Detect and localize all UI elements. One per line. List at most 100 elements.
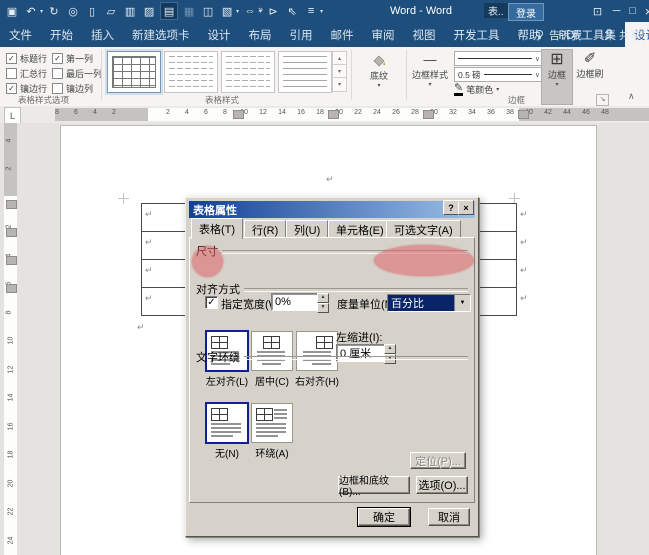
table-row-marker[interactable] xyxy=(6,200,17,209)
table-column-marker[interactable] xyxy=(518,110,529,119)
view-gridlines-icon[interactable]: ▤ xyxy=(160,2,178,20)
shading-button[interactable]: 底纹 ▾ xyxy=(356,53,402,89)
ribbon-tab-审阅[interactable]: 审阅 xyxy=(363,22,404,47)
table-tools-badge[interactable]: 表.. xyxy=(484,3,508,18)
pen-icon: ✎ xyxy=(454,83,463,96)
table-style-thumbnail[interactable] xyxy=(278,51,332,93)
pen-color-button[interactable]: ✎ 笔颜色 ▾ xyxy=(454,83,499,96)
table-row-marker[interactable] xyxy=(6,256,17,265)
dialog-help-icon[interactable]: ? xyxy=(443,200,459,215)
save-icon[interactable]: ▣ xyxy=(4,3,20,19)
dropdown-arrow-icon[interactable]: ▼ xyxy=(454,295,470,311)
select-icon[interactable]: ⊳ xyxy=(265,3,281,19)
dialog-launcher-icon[interactable]: ↘ xyxy=(596,94,609,106)
new-document-icon[interactable]: ▯ xyxy=(84,3,100,19)
horizontal-ruler[interactable]: L 86422468101214161820222426283032343638… xyxy=(0,106,649,123)
paste-special-icon[interactable]: ▨ xyxy=(141,3,157,19)
ribbon-tab-布局[interactable]: 布局 xyxy=(240,22,281,47)
qat-overflow-icon[interactable]: » xyxy=(258,4,263,14)
spacing-icon[interactable]: ⇔ xyxy=(242,3,258,19)
wrap-around-option[interactable] xyxy=(251,403,293,443)
disabled-tool-icon[interactable]: ▦ xyxy=(181,3,197,19)
group-line xyxy=(244,356,468,359)
ribbon-display-options-icon[interactable]: ⊡ xyxy=(590,0,605,22)
ribbon-tab-开发工具[interactable]: 开发工具 xyxy=(445,22,509,47)
ruler-margin-left xyxy=(55,108,148,121)
table-style-thumbnail[interactable] xyxy=(164,51,218,93)
undo-icon[interactable]: ↶ xyxy=(23,3,39,19)
ruler-number: 12 xyxy=(259,109,267,116)
window-title: Word - Word xyxy=(390,0,452,22)
side-by-side-icon[interactable]: ◫ xyxy=(200,3,216,19)
table-column-marker[interactable] xyxy=(328,110,339,119)
ruler-number: 24 xyxy=(7,536,14,544)
table-row-marker[interactable] xyxy=(6,284,17,293)
table-row-marker[interactable] xyxy=(6,228,17,237)
borders-and-shading-button[interactable]: 边框和底纹(B)... xyxy=(338,476,410,494)
borders-grid-icon: ⊞ xyxy=(550,53,563,67)
ruler-number: 4 xyxy=(93,109,97,116)
redo-icon[interactable]: ↻ xyxy=(46,3,62,19)
print-preview-icon[interactable]: ◎ xyxy=(65,3,81,19)
ruler-number: 14 xyxy=(7,394,14,402)
cursor-icon[interactable]: ⇖ xyxy=(284,3,300,19)
measure-unit-value: 百分比 xyxy=(388,295,454,311)
mini-table-graphic xyxy=(211,336,228,349)
tell-me-button[interactable]: 告诉我 xyxy=(534,27,582,43)
vertical-ruler[interactable]: 4224681012141618202224 xyxy=(4,123,17,555)
tab-cell[interactable]: 单元格(E) xyxy=(328,220,392,238)
table-column-marker[interactable] xyxy=(233,110,244,119)
text-line-graphic xyxy=(211,431,241,433)
maximize-icon[interactable]: □ xyxy=(625,0,640,22)
specify-width-checkbox[interactable]: ✓ xyxy=(205,296,218,309)
ribbon-tab-设计[interactable]: 设计 xyxy=(199,22,240,47)
border-line-weight-dropdown[interactable]: 0.5 磅 ∨ xyxy=(454,67,544,82)
table-column-marker[interactable] xyxy=(423,110,434,119)
tab-column[interactable]: 列(U) xyxy=(286,220,328,238)
borders-button[interactable]: ⊞ 边框 ▾ xyxy=(541,49,573,105)
ruler-number: 8 xyxy=(55,109,59,116)
gallery-more-icon[interactable]: ▾ xyxy=(332,77,347,92)
tab-selector[interactable]: L xyxy=(4,107,21,124)
collapse-ribbon-icon[interactable]: ∧ xyxy=(628,91,635,102)
paste-icon[interactable]: ▥ xyxy=(122,3,138,19)
open-icon[interactable]: ▱ xyxy=(103,3,119,19)
ribbon-tab-文件[interactable]: 文件 xyxy=(0,22,41,47)
ribbon-tab-视图[interactable]: 视图 xyxy=(404,22,445,47)
style-option-第一列[interactable]: ✓第一列 xyxy=(52,52,104,65)
style-option-汇总行[interactable]: 汇总行 xyxy=(6,67,52,80)
table-style-thumbnail-grid[interactable] xyxy=(107,51,161,93)
options-button[interactable]: 选项(O)... xyxy=(416,476,468,494)
tab-alt-text[interactable]: 可选文字(A) xyxy=(386,220,461,238)
ribbon-tab-邮件[interactable]: 邮件 xyxy=(322,22,363,47)
wrap-legend-text: 文字环绕 xyxy=(196,349,240,365)
wrap-none-option[interactable] xyxy=(206,403,248,443)
highlight-ellipse-checkbox xyxy=(192,246,223,277)
border-line-style-dropdown[interactable]: ∨ xyxy=(454,51,544,66)
tab-row[interactable]: 行(R) xyxy=(244,220,286,238)
clipboard-icon[interactable]: ▧ xyxy=(219,3,235,19)
ribbon-tab-新建选项卡[interactable]: 新建选项卡 xyxy=(123,22,199,47)
minimize-icon[interactable]: ─ xyxy=(609,0,624,22)
style-option-最后一列[interactable]: 最后一列 xyxy=(52,67,104,80)
style-option-标题行[interactable]: ✓标题行 xyxy=(6,52,52,65)
share-button[interactable]: 共享 xyxy=(604,27,641,43)
dialog-title-bar[interactable]: 表格属性 xyxy=(189,201,475,218)
table-style-thumbnail[interactable] xyxy=(221,51,275,93)
spin-down-icon[interactable]: ▼ xyxy=(317,303,329,313)
group-label-style-options: 表格样式选项 xyxy=(18,94,69,106)
ok-button[interactable]: 确定 xyxy=(358,508,410,526)
style-option-label: 第一列 xyxy=(66,52,93,65)
dialog-close-icon[interactable]: × xyxy=(458,200,474,215)
sign-in-button[interactable]: 登录 xyxy=(508,3,544,21)
tab-table[interactable]: 表格(T) xyxy=(191,218,243,239)
ribbon-tab-引用[interactable]: 引用 xyxy=(281,22,322,47)
border-painter-button[interactable]: ✐ 边框刷 xyxy=(575,52,605,80)
ribbon-tab-插入[interactable]: 插入 xyxy=(82,22,123,47)
close-icon[interactable]: × xyxy=(641,0,649,22)
border-styles-button[interactable]: — 边框样式 ▾ xyxy=(410,53,450,88)
line-sample xyxy=(458,58,532,59)
ribbon-tab-开始[interactable]: 开始 xyxy=(41,22,82,47)
cancel-button[interactable]: 取消 xyxy=(428,508,470,526)
list-icon[interactable]: ≡ xyxy=(303,3,319,19)
